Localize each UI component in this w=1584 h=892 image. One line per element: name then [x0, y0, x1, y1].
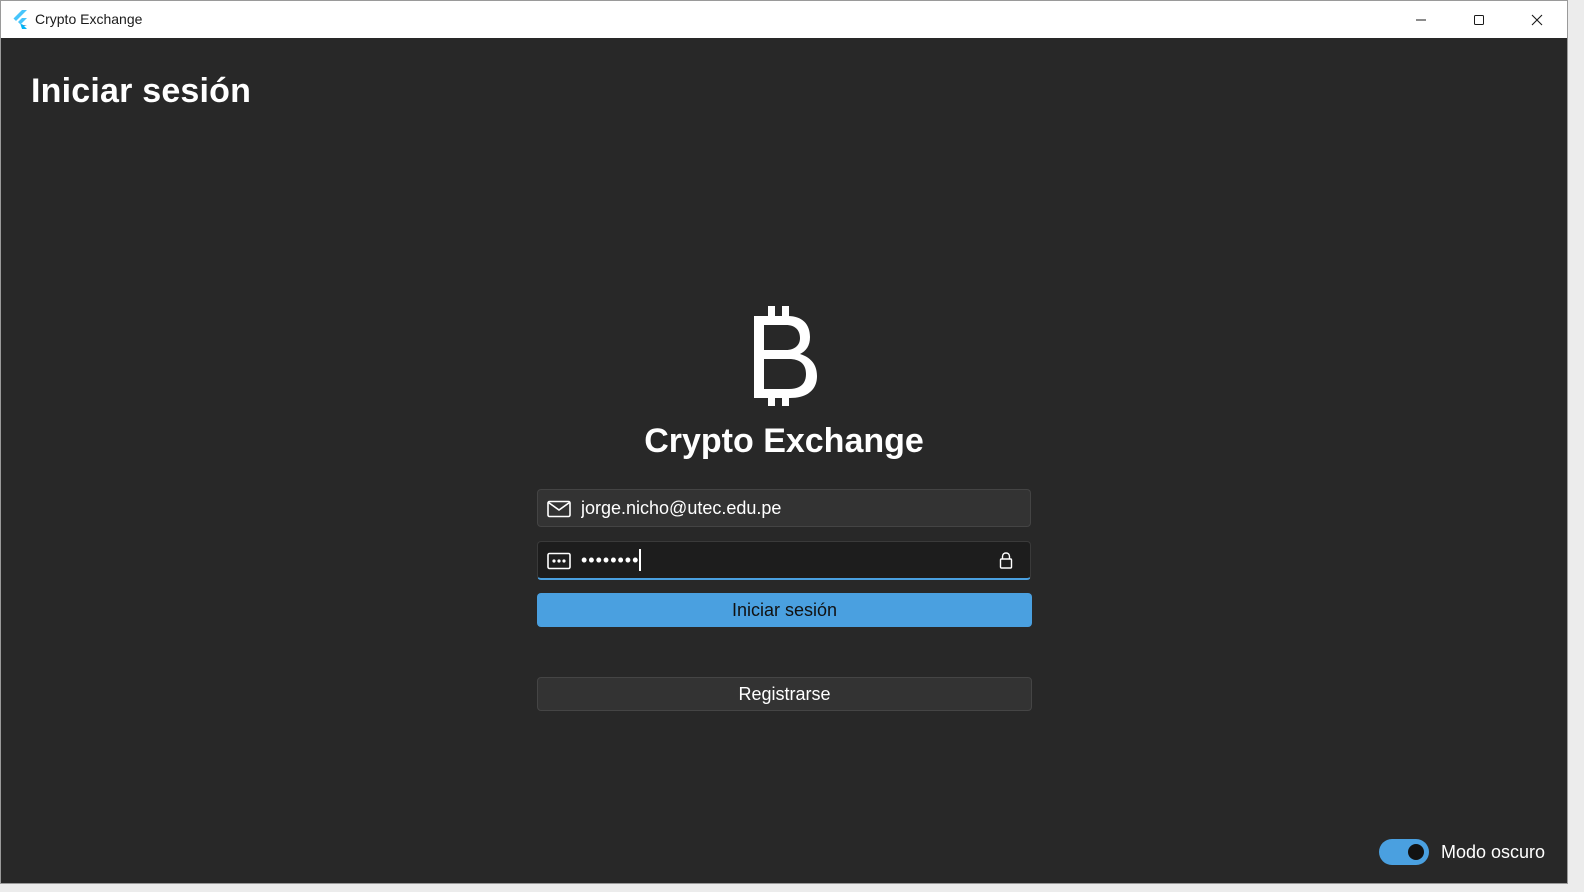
window-title: Crypto Exchange	[35, 11, 143, 27]
title-bar[interactable]: Crypto Exchange	[1, 1, 1567, 38]
brand-name: Crypto Exchange	[644, 422, 924, 460]
register-button[interactable]: Registrarse	[537, 677, 1032, 711]
password-icon	[547, 552, 571, 570]
password-input[interactable]	[581, 542, 981, 578]
text-caret	[639, 549, 641, 571]
email-input[interactable]	[581, 490, 981, 526]
lock-icon[interactable]	[999, 552, 1013, 569]
toggle-switch[interactable]	[1379, 839, 1429, 865]
minimize-button[interactable]	[1392, 1, 1450, 38]
close-icon	[1531, 14, 1543, 25]
mail-icon	[547, 500, 571, 518]
maximize-icon	[1474, 14, 1484, 25]
dark-mode-label: Modo oscuro	[1441, 841, 1546, 862]
flutter-icon	[13, 10, 27, 29]
email-field[interactable]	[537, 489, 1031, 527]
app-window: Crypto Exchange Iniciar sesión Crypto Ex…	[1, 1, 1567, 883]
page-title: Iniciar sesión	[31, 72, 252, 110]
login-button[interactable]: Iniciar sesión	[537, 593, 1032, 627]
toggle-knob	[1408, 844, 1424, 860]
minimize-icon	[1416, 19, 1426, 20]
bitcoin-icon	[754, 306, 817, 406]
password-field[interactable]	[537, 541, 1031, 580]
dark-mode-toggle[interactable]: Modo oscuro	[1379, 838, 1545, 866]
maximize-button[interactable]	[1450, 1, 1508, 38]
close-button[interactable]	[1508, 1, 1566, 38]
